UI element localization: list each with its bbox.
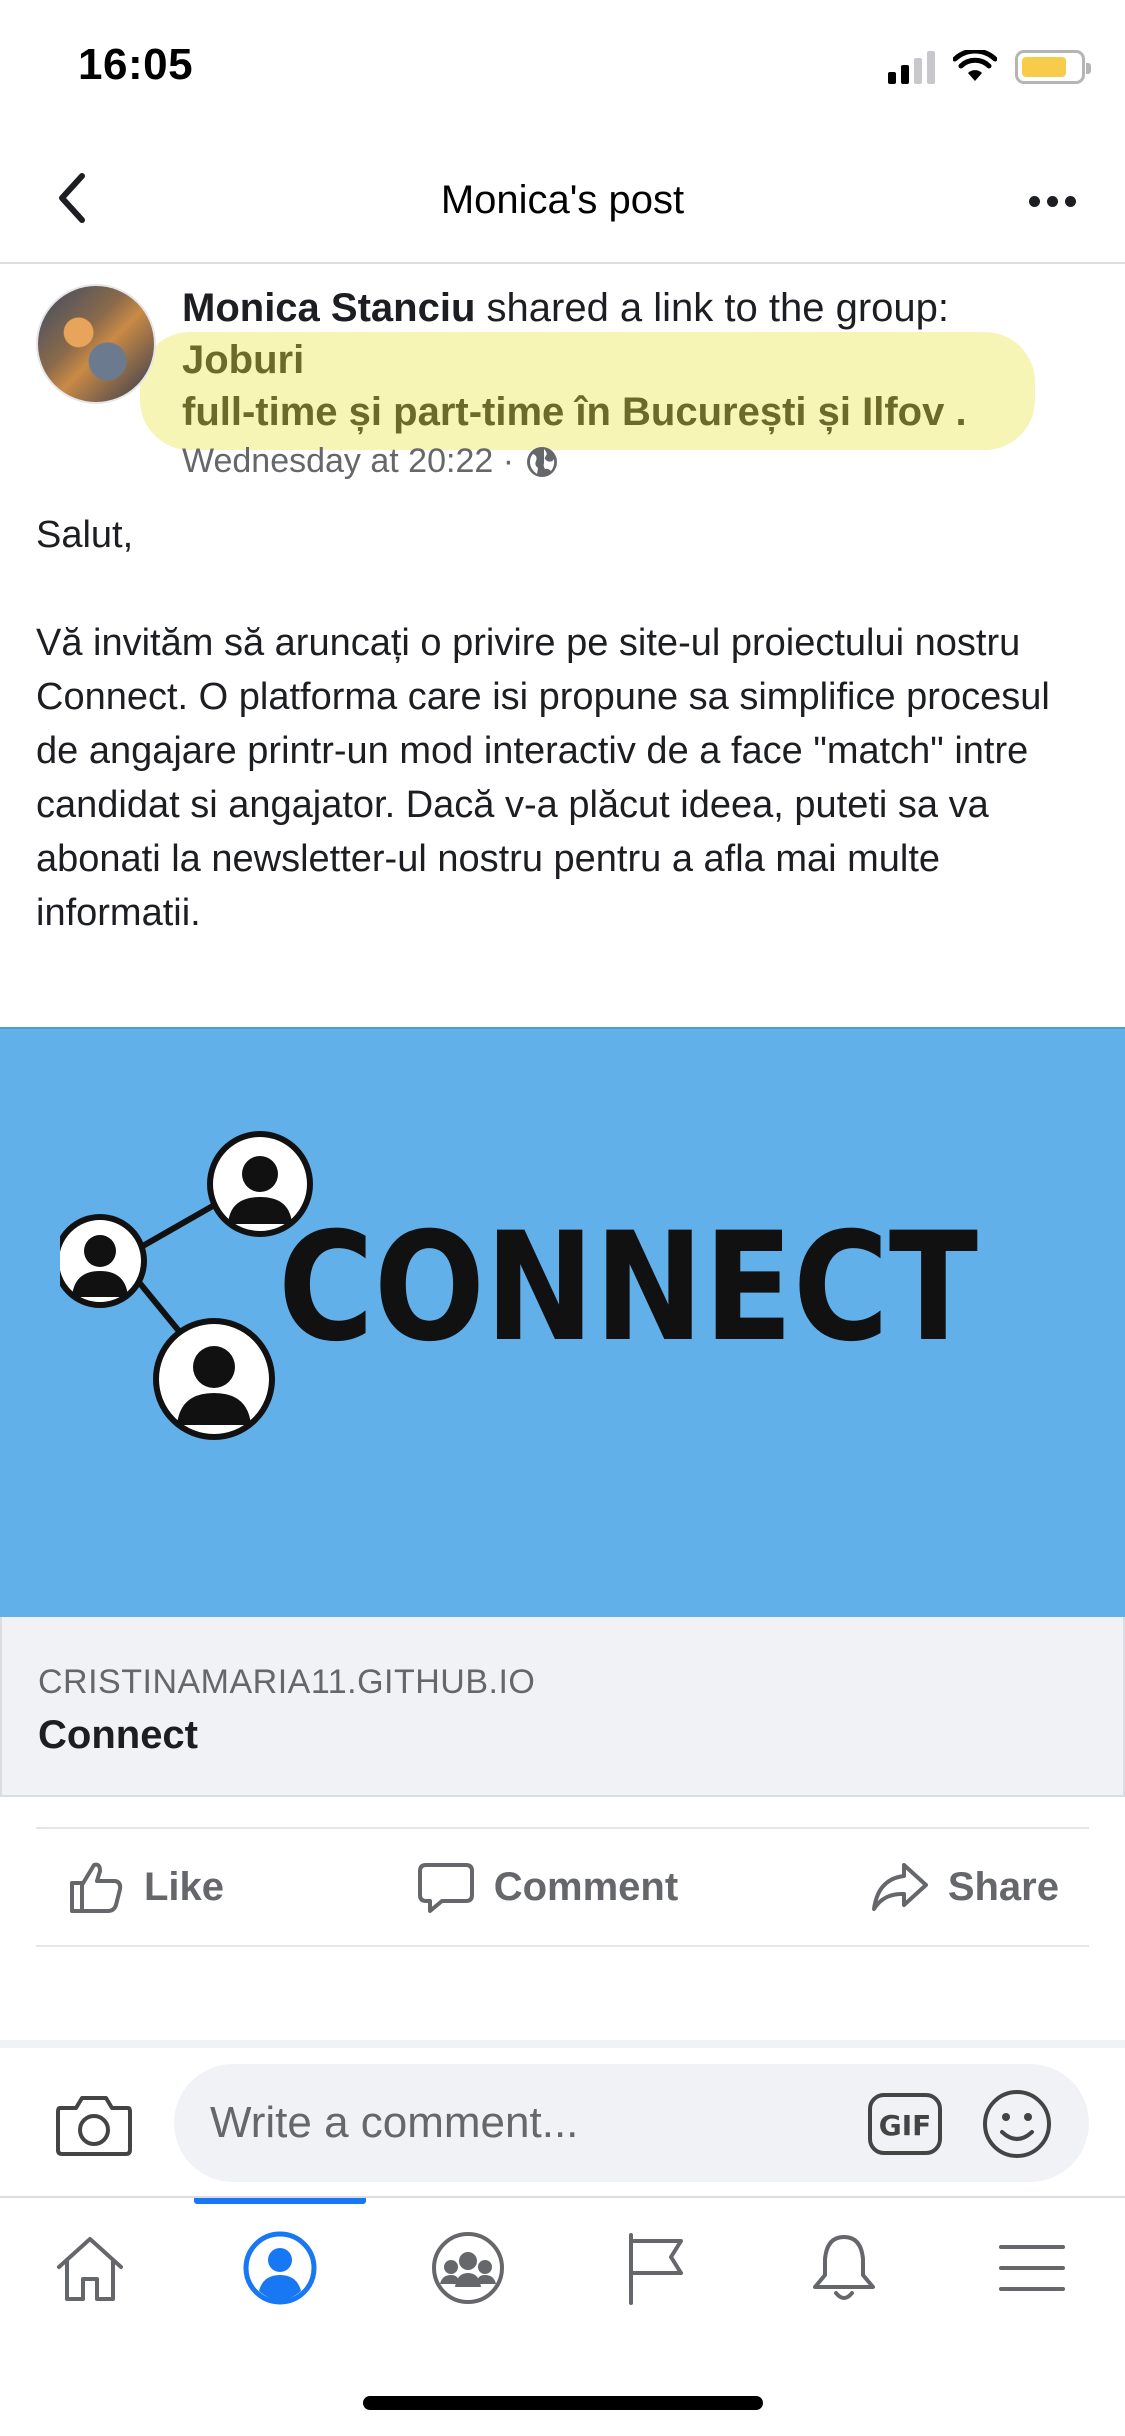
link-preview-caption[interactable]: CRISTINAMARIA11.GITHUB.IO Connect [0,1617,1125,1797]
author-avatar[interactable] [36,284,156,404]
post-message: Vă invităm să aruncați o privire pe site… [36,622,1050,934]
author-name[interactable]: Monica Stanciu [182,286,475,330]
comment-label: Comment [493,1864,679,1909]
link-domain: CRISTINAMARIA11.GITHUB.IO [38,1663,536,1701]
page-title: Monica's post [440,178,685,222]
tab-profile[interactable] [190,2198,370,2338]
comment-composer: Write a comment... GIF [0,2048,1125,2198]
status-time: 16:05 [78,40,194,89]
section-divider [0,2040,1125,2048]
home-icon [57,2237,123,2301]
status-bar: 16:05 [0,0,1125,140]
connect-logo: CONNECT [60,1131,978,1440]
post-header: Monica Stanciu shared a link to the grou… [0,272,1125,502]
thumbs-up-icon [70,1862,123,1913]
connect-wordmark: CONNECT [278,1201,978,1375]
camera-icon[interactable] [54,2092,134,2158]
gif-button[interactable]: GIF [867,2092,943,2156]
globe-icon [527,446,558,477]
battery-icon [1015,50,1091,84]
notifications-bell-icon [813,2235,875,2300]
post-timestamp[interactable]: Wednesday at 20:22 · [182,442,514,481]
tab-groups[interactable] [378,2198,558,2338]
post-meta: Monica Stanciu shared a link to the grou… [182,282,1085,438]
person-node-icon [60,1214,147,1308]
nav-header: Monica's post [0,140,1125,264]
bottom-tab-bar [0,2198,1125,2338]
group-name-line1[interactable]: Joburi [182,334,1085,386]
profile-icon [243,2231,317,2305]
share-arrow-icon [871,1863,928,1911]
post-body: Salut, Vă invităm să aruncați o privire … [36,508,1096,940]
share-action-text: shared a link to the group: [475,286,950,330]
tab-notifications[interactable] [754,2198,934,2338]
share-label: Share [947,1864,1059,1909]
like-button[interactable]: Like [36,1857,254,1917]
menu-icon [999,2245,1065,2291]
comment-bubble-icon [417,1863,474,1913]
timestamp-row: Wednesday at 20:22 · [182,442,560,481]
comment-placeholder: Write a comment... [210,2098,579,2147]
wifi-icon [953,50,997,81]
link-preview-image[interactable]: CONNECT [0,1027,1125,1617]
gif-label: GIF [879,2109,932,2142]
post-greeting: Salut, [36,514,134,556]
comment-input[interactable]: Write a comment... GIF [174,2064,1089,2182]
status-icons [888,50,1091,84]
comment-button[interactable]: Comment [386,1857,708,1917]
link-title: Connect [38,1713,198,1757]
home-indicator [363,2396,763,2410]
cellular-signal-icon [888,50,935,84]
share-button[interactable]: Share [840,1857,1089,1917]
tab-home[interactable] [0,2198,180,2338]
group-name-line2[interactable]: full-time și part-time în București și I… [182,386,1085,438]
tab-menu[interactable] [942,2198,1122,2338]
groups-icon [432,2232,504,2304]
person-node-icon [153,1318,275,1440]
tab-pages[interactable] [566,2198,746,2338]
emoji-icon[interactable] [981,2088,1053,2160]
pages-flag-icon [629,2233,683,2305]
post-action-bar: Like Comment Share [36,1827,1089,1947]
like-label: Like [144,1864,225,1909]
more-options-button[interactable] [1017,176,1087,226]
more-horizontal-icon [1028,195,1040,207]
